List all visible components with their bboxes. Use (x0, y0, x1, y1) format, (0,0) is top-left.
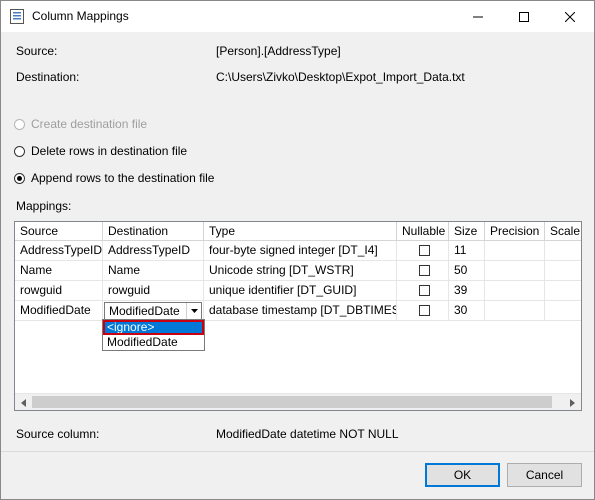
scroll-right-icon[interactable] (564, 394, 581, 410)
minimize-button[interactable] (455, 1, 501, 32)
cell-type[interactable]: database timestamp [DT_DBTIMES... (204, 301, 397, 321)
scrollbar-thumb[interactable] (32, 396, 552, 408)
destination-combobox[interactable]: ModifiedDate (104, 302, 202, 320)
dropdown-option-modifieddate[interactable]: ModifiedDate (103, 335, 204, 350)
cell-scale[interactable] (545, 261, 581, 281)
cell-precision[interactable] (485, 261, 545, 281)
scroll-left-icon[interactable] (15, 394, 32, 410)
combobox-value: ModifiedDate (109, 304, 180, 318)
cell-source: ModifiedDate (15, 301, 103, 321)
horizontal-scrollbar[interactable] (15, 393, 581, 410)
source-value: [Person].[AddressType] (216, 44, 341, 58)
column-header-type[interactable]: Type (204, 222, 397, 241)
destination-value: C:\Users\Zivko\Desktop\Expot_Import_Data… (216, 70, 465, 84)
destination-label: Destination: (16, 70, 80, 84)
radio-label: Create destination file (31, 117, 148, 131)
cell-type[interactable]: four-byte signed integer [DT_I4] (204, 241, 397, 261)
cell-precision[interactable] (485, 301, 545, 321)
cell-size[interactable]: 39 (449, 281, 485, 301)
column-header-nullable[interactable]: Nullable (397, 222, 449, 241)
table-row[interactable]: Name Name Unicode string [DT_WSTR] 50 (15, 261, 581, 281)
destination-dropdown-list: <ignore> ModifiedDate (102, 319, 205, 351)
cell-nullable[interactable] (397, 281, 449, 301)
close-button[interactable] (547, 1, 593, 32)
grid-header: Source Destination Type Nullable Size Pr… (15, 222, 581, 241)
dialog-icon (10, 9, 24, 24)
source-column-label: Source column: (16, 427, 100, 441)
source-column-value: ModifiedDate datetime NOT NULL (216, 427, 399, 441)
table-row[interactable]: AddressTypeID AddressTypeID four-byte si… (15, 241, 581, 261)
nullable-checkbox[interactable] (419, 285, 430, 296)
chevron-down-icon[interactable] (186, 303, 201, 319)
cell-size[interactable]: 50 (449, 261, 485, 281)
footer-divider (1, 451, 594, 452)
cell-source: AddressTypeID (15, 241, 103, 261)
column-header-precision[interactable]: Precision (485, 222, 545, 241)
source-label: Source: (16, 44, 58, 58)
ok-button[interactable]: OK (425, 463, 500, 487)
radio-create-destination-file: Create destination file (14, 116, 147, 132)
cell-type[interactable]: unique identifier [DT_GUID] (204, 281, 397, 301)
column-header-destination[interactable]: Destination (103, 222, 204, 241)
close-icon (565, 11, 575, 22)
cell-size[interactable]: 30 (449, 301, 485, 321)
radio-label: Delete rows in destination file (31, 144, 188, 158)
nullable-checkbox[interactable] (419, 305, 430, 316)
dropdown-option-ignore[interactable]: <ignore> (103, 320, 204, 335)
radio-button[interactable] (14, 145, 25, 157)
table-row[interactable]: ModifiedDate ModifiedDate database times… (15, 301, 581, 321)
column-header-scale[interactable]: Scale (545, 222, 581, 241)
radio-label: Append rows to the destination file (31, 171, 215, 185)
maximize-button[interactable] (501, 1, 547, 32)
cell-scale[interactable] (545, 281, 581, 301)
cell-destination[interactable]: rowguid (103, 281, 204, 301)
cell-nullable[interactable] (397, 301, 449, 321)
cell-destination[interactable]: Name (103, 261, 204, 281)
table-row[interactable]: rowguid rowguid unique identifier [DT_GU… (15, 281, 581, 301)
cell-scale[interactable] (545, 301, 581, 321)
title-bar: Column Mappings (1, 1, 594, 32)
cell-precision[interactable] (485, 241, 545, 261)
radio-button[interactable] (14, 172, 25, 184)
column-header-size[interactable]: Size (449, 222, 485, 241)
cell-type[interactable]: Unicode string [DT_WSTR] (204, 261, 397, 281)
cell-nullable[interactable] (397, 241, 449, 261)
cell-scale[interactable] (545, 241, 581, 261)
cell-source: Name (15, 261, 103, 281)
cell-nullable[interactable] (397, 261, 449, 281)
mappings-label: Mappings: (16, 199, 72, 213)
radio-delete-rows[interactable]: Delete rows in destination file (14, 143, 187, 159)
cell-size[interactable]: 11 (449, 241, 485, 261)
radio-button (14, 118, 25, 130)
grid-body: AddressTypeID AddressTypeID four-byte si… (15, 241, 581, 321)
column-header-source[interactable]: Source (15, 222, 103, 241)
cell-destination[interactable]: ModifiedDate (103, 301, 204, 321)
cell-source: rowguid (15, 281, 103, 301)
radio-append-rows[interactable]: Append rows to the destination file (14, 170, 214, 186)
mappings-grid: Source Destination Type Nullable Size Pr… (14, 221, 582, 411)
nullable-checkbox[interactable] (419, 265, 430, 276)
cell-precision[interactable] (485, 281, 545, 301)
column-mappings-dialog: Column Mappings Source: [Person].[Addres… (0, 0, 595, 500)
cell-destination[interactable]: AddressTypeID (103, 241, 204, 261)
cancel-button[interactable]: Cancel (507, 463, 582, 487)
minimize-icon (473, 16, 483, 17)
nullable-checkbox[interactable] (419, 245, 430, 256)
window-title: Column Mappings (32, 9, 129, 23)
maximize-icon (519, 11, 529, 22)
